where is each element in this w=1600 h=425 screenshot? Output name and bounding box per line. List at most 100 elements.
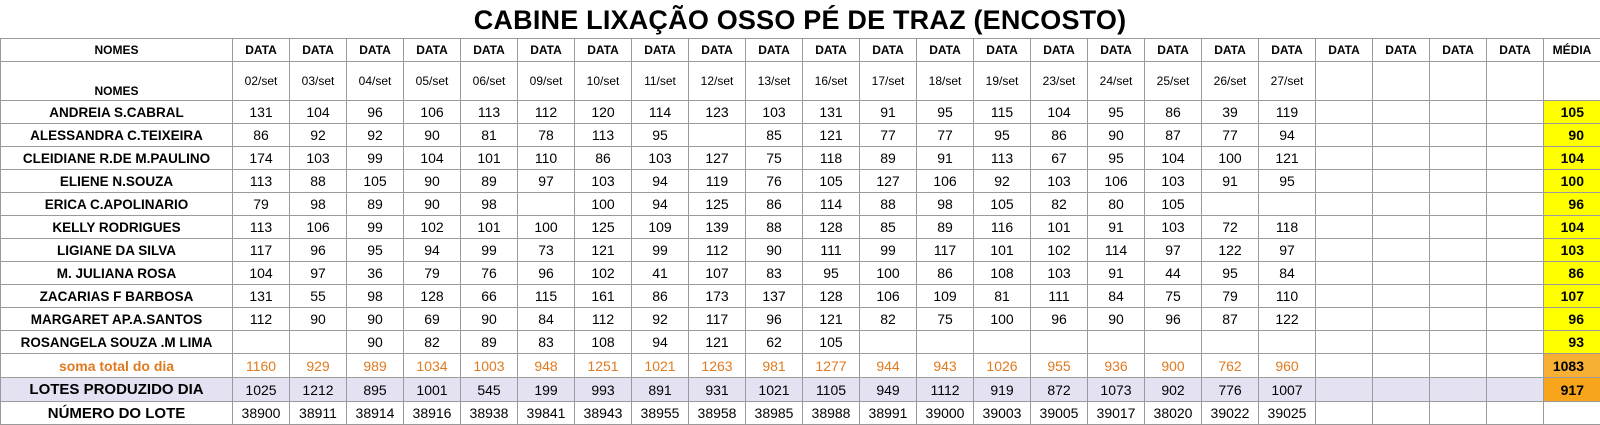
- average-cell[interactable]: 93: [1544, 331, 1600, 354]
- value-cell[interactable]: 69: [404, 308, 461, 331]
- value-cell[interactable]: 94: [632, 331, 689, 354]
- value-cell[interactable]: 113: [461, 101, 518, 124]
- lot-number-cell[interactable]: 38914: [347, 402, 404, 425]
- employee-name[interactable]: KELLY RODRIGUES: [1, 216, 233, 239]
- daily-total-cell[interactable]: [1373, 354, 1430, 378]
- value-cell[interactable]: 99: [632, 239, 689, 262]
- value-cell[interactable]: 79: [1202, 285, 1259, 308]
- value-cell[interactable]: 66: [461, 285, 518, 308]
- value-cell[interactable]: 110: [518, 147, 575, 170]
- lots-produced-cell[interactable]: 993: [575, 378, 632, 402]
- value-cell[interactable]: 103: [1031, 170, 1088, 193]
- value-cell[interactable]: 106: [1088, 170, 1145, 193]
- value-cell[interactable]: [1487, 262, 1544, 285]
- value-cell[interactable]: 91: [860, 101, 917, 124]
- value-cell[interactable]: 161: [575, 285, 632, 308]
- value-cell[interactable]: 131: [233, 285, 290, 308]
- value-cell[interactable]: 114: [1088, 239, 1145, 262]
- value-cell[interactable]: 103: [290, 147, 347, 170]
- employee-name[interactable]: LIGIANE DA SILVA: [1, 239, 233, 262]
- value-cell[interactable]: 85: [746, 124, 803, 147]
- average-cell[interactable]: 96: [1544, 193, 1600, 216]
- value-cell[interactable]: 121: [689, 331, 746, 354]
- value-cell[interactable]: 100: [860, 262, 917, 285]
- value-cell[interactable]: [1373, 308, 1430, 331]
- value-cell[interactable]: [233, 331, 290, 354]
- value-cell[interactable]: 121: [575, 239, 632, 262]
- lot-number-cell[interactable]: 39022: [1202, 402, 1259, 425]
- value-cell[interactable]: 55: [290, 285, 347, 308]
- employee-name[interactable]: ZACARIAS F BARBOSA: [1, 285, 233, 308]
- daily-total-cell[interactable]: 762: [1202, 354, 1259, 378]
- value-cell[interactable]: 101: [1031, 216, 1088, 239]
- value-cell[interactable]: 97: [518, 170, 575, 193]
- value-cell[interactable]: 110: [1259, 285, 1316, 308]
- value-cell[interactable]: 104: [404, 147, 461, 170]
- value-cell[interactable]: 108: [575, 331, 632, 354]
- value-cell[interactable]: 112: [689, 239, 746, 262]
- value-cell[interactable]: 36: [347, 262, 404, 285]
- value-cell[interactable]: 94: [1259, 124, 1316, 147]
- lot-number-cell[interactable]: 39025: [1259, 402, 1316, 425]
- value-cell[interactable]: 89: [917, 216, 974, 239]
- value-cell[interactable]: 100: [575, 193, 632, 216]
- value-cell[interactable]: 139: [689, 216, 746, 239]
- employee-name[interactable]: ROSANGELA SOUZA .M LIMA: [1, 331, 233, 354]
- lot-number-label[interactable]: NÚMERO DO LOTE: [1, 402, 233, 425]
- value-cell[interactable]: 102: [1031, 239, 1088, 262]
- value-cell[interactable]: 102: [404, 216, 461, 239]
- value-cell[interactable]: 118: [1259, 216, 1316, 239]
- value-cell[interactable]: [860, 331, 917, 354]
- lots-produced-cell[interactable]: 545: [461, 378, 518, 402]
- value-cell[interactable]: 76: [746, 170, 803, 193]
- value-cell[interactable]: 122: [1202, 239, 1259, 262]
- value-cell[interactable]: 87: [1145, 124, 1202, 147]
- value-cell[interactable]: 90: [404, 124, 461, 147]
- value-cell[interactable]: [1316, 193, 1373, 216]
- value-cell[interactable]: 84: [518, 308, 575, 331]
- value-cell[interactable]: [1487, 170, 1544, 193]
- value-cell[interactable]: 117: [689, 308, 746, 331]
- value-cell[interactable]: 86: [1031, 124, 1088, 147]
- value-cell[interactable]: [1259, 331, 1316, 354]
- value-cell[interactable]: 82: [404, 331, 461, 354]
- value-cell[interactable]: 41: [632, 262, 689, 285]
- value-cell[interactable]: 98: [290, 193, 347, 216]
- average-cell[interactable]: 105: [1544, 101, 1600, 124]
- value-cell[interactable]: 102: [575, 262, 632, 285]
- value-cell[interactable]: [1430, 331, 1487, 354]
- value-cell[interactable]: [1487, 308, 1544, 331]
- value-cell[interactable]: 92: [974, 170, 1031, 193]
- average-cell[interactable]: 103: [1544, 239, 1600, 262]
- value-cell[interactable]: 84: [1259, 262, 1316, 285]
- value-cell[interactable]: 79: [233, 193, 290, 216]
- value-cell[interactable]: 99: [347, 216, 404, 239]
- daily-total-cell[interactable]: [1316, 354, 1373, 378]
- value-cell[interactable]: [1145, 331, 1202, 354]
- value-cell[interactable]: 106: [404, 101, 461, 124]
- value-cell[interactable]: [1373, 331, 1430, 354]
- daily-total-cell[interactable]: 948: [518, 354, 575, 378]
- lots-produced-cell[interactable]: 949: [860, 378, 917, 402]
- value-cell[interactable]: 116: [974, 216, 1031, 239]
- value-cell[interactable]: [1202, 331, 1259, 354]
- value-cell[interactable]: 90: [404, 193, 461, 216]
- value-cell[interactable]: 88: [860, 193, 917, 216]
- value-cell[interactable]: 79: [404, 262, 461, 285]
- value-cell[interactable]: 90: [347, 308, 404, 331]
- lots-produced-cell[interactable]: [1316, 378, 1373, 402]
- value-cell[interactable]: 100: [518, 216, 575, 239]
- value-cell[interactable]: 96: [290, 239, 347, 262]
- lots-produced-cell[interactable]: 891: [632, 378, 689, 402]
- value-cell[interactable]: 90: [290, 308, 347, 331]
- value-cell[interactable]: [1487, 147, 1544, 170]
- lot-number-cell[interactable]: 38988: [803, 402, 860, 425]
- value-cell[interactable]: 112: [575, 308, 632, 331]
- value-cell[interactable]: 77: [860, 124, 917, 147]
- employee-name[interactable]: ERICA C.APOLINARIO: [1, 193, 233, 216]
- value-cell[interactable]: 73: [518, 239, 575, 262]
- value-cell[interactable]: [1487, 216, 1544, 239]
- value-cell[interactable]: [1487, 331, 1544, 354]
- daily-total-cell[interactable]: 1160: [233, 354, 290, 378]
- value-cell[interactable]: 174: [233, 147, 290, 170]
